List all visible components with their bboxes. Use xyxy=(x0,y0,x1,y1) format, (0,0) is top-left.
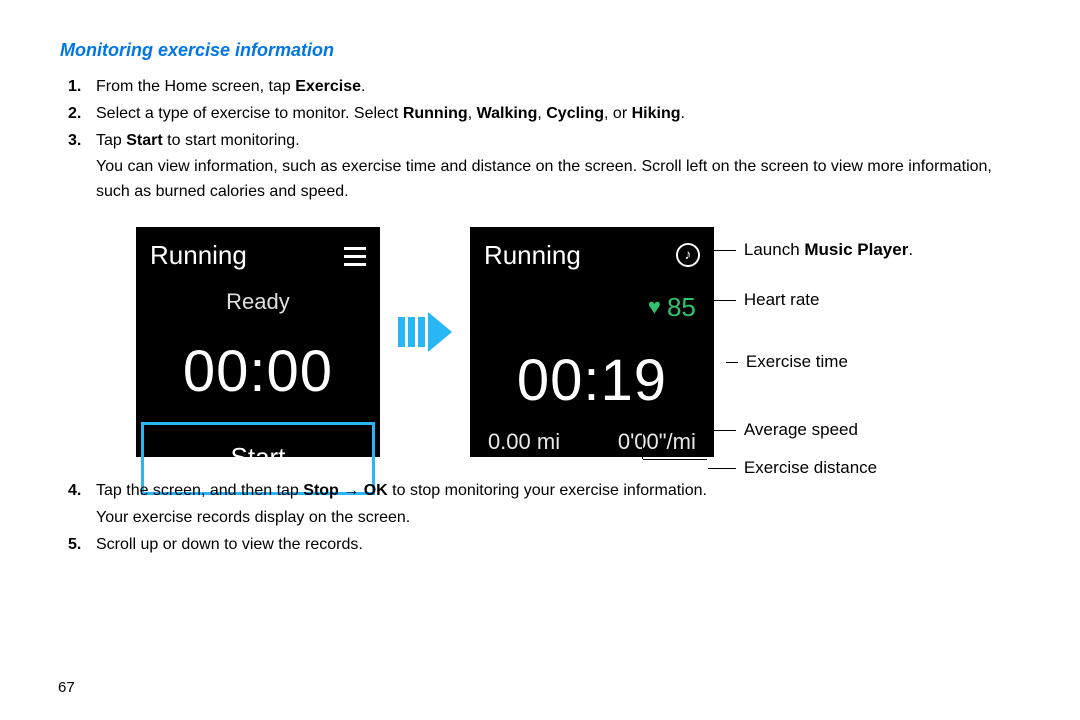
watch1-title: Running xyxy=(150,235,247,275)
step-1-text-post: . xyxy=(361,78,365,95)
annot-exercise-distance: Exercise distance xyxy=(708,455,877,481)
annot-avg-speed: Average speed xyxy=(708,417,858,443)
step-2-b1: Running xyxy=(403,105,468,122)
step-1-text-pre: From the Home screen, tap xyxy=(96,78,295,95)
annotation-callouts: Launch Music Player. Heart rate Exercise… xyxy=(732,227,1020,229)
pace-value: 0'00"/mi xyxy=(618,425,696,459)
annot-exercise-time: Exercise time xyxy=(726,349,848,375)
section-title: Monitoring exercise information xyxy=(60,40,1020,61)
ready-label: Ready xyxy=(226,285,290,319)
step-2-c1: , xyxy=(468,105,477,122)
step-4-pre: Tap the screen, and then tap xyxy=(96,482,303,499)
transition-arrow-icon xyxy=(398,312,452,352)
annot-avg-speed-label: Average speed xyxy=(744,417,858,443)
annot-heart-rate-label: Heart rate xyxy=(744,287,820,313)
step-4-sub: Your exercise records display on the scr… xyxy=(96,506,1020,531)
annot-music-post: . xyxy=(908,240,913,259)
step-2-b2: Walking xyxy=(477,105,538,122)
step-2: Select a type of exercise to monitor. Se… xyxy=(96,102,1020,127)
annot-distance-leader xyxy=(642,425,643,459)
step-3-bold: Start xyxy=(126,132,162,149)
step-3-post: to start monitoring. xyxy=(163,132,300,149)
step-3: Tap Start to start monitoring. You can v… xyxy=(96,129,1020,457)
annot-exercise-distance-label: Exercise distance xyxy=(744,455,877,481)
step-5-text: Scroll up or down to view the records. xyxy=(96,536,363,553)
step-4-b1: Stop xyxy=(303,482,339,499)
step-5: Scroll up or down to view the records. xyxy=(96,533,1020,558)
step-1-bold: Exercise xyxy=(295,78,361,95)
watch1-time: 00:00 xyxy=(183,327,333,417)
step-2-b4: Hiking xyxy=(632,105,681,122)
watch2-time: 00:19 xyxy=(470,336,714,426)
watch-screen-ready: Running Ready 00:00 Start xyxy=(136,227,380,457)
step-3-pre: Tap xyxy=(96,132,126,149)
annot-music: Launch Music Player. xyxy=(704,237,913,263)
instruction-list: From the Home screen, tap Exercise. Sele… xyxy=(60,75,1020,557)
annot-exercise-time-label: Exercise time xyxy=(746,349,848,375)
screenshots-row: Running Ready 00:00 Start Running xyxy=(136,227,1020,457)
annot-music-bold: Music Player xyxy=(804,240,908,259)
step-4-b2: OK xyxy=(364,482,388,499)
page-number: 67 xyxy=(58,679,75,696)
annot-heart-rate: Heart rate xyxy=(708,287,820,313)
step-4-arrow: → xyxy=(339,482,364,499)
step-3-sub: You can view information, such as exerci… xyxy=(96,155,1020,205)
watch2-title: Running xyxy=(484,235,581,275)
annot-music-pre: Launch xyxy=(744,240,805,259)
watch-screen-active: Running ♪ ♥ 85 00:19 0.00 mi 0'00"/mi xyxy=(470,227,714,457)
step-4-post: to stop monitoring your exercise informa… xyxy=(388,482,707,499)
distance-value: 0.00 mi xyxy=(488,425,560,459)
step-1: From the Home screen, tap Exercise. xyxy=(96,75,1020,100)
step-2-c3: , or xyxy=(604,105,632,122)
menu-icon[interactable] xyxy=(344,245,366,266)
step-2-post: . xyxy=(680,105,684,122)
step-2-text-pre: Select a type of exercise to monitor. Se… xyxy=(96,105,403,122)
step-4: Tap the screen, and then tap Stop → OK t… xyxy=(96,479,1020,531)
step-2-b3: Cycling xyxy=(546,105,604,122)
music-player-icon[interactable]: ♪ xyxy=(676,243,700,267)
heart-icon: ♥ xyxy=(648,290,661,324)
step-2-c2: , xyxy=(537,105,546,122)
heart-rate-value: 85 xyxy=(667,287,696,327)
